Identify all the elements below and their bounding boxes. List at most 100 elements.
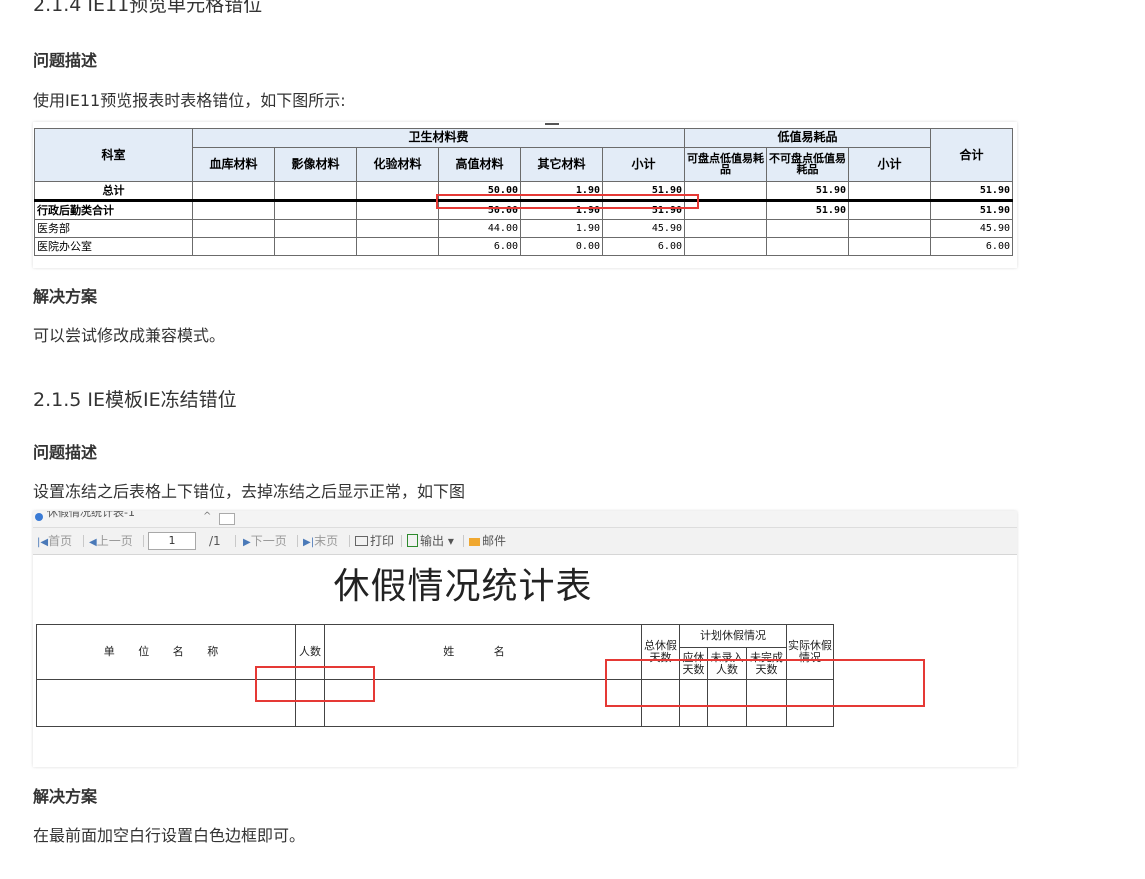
next-page-button[interactable]: ▶下一页 bbox=[243, 533, 287, 551]
report-header-row-1: 科室 卫生材料费 低值易耗品 合计 bbox=[34, 128, 1013, 182]
table-row: 医务部 44.00 1.90 45.90 45.90 bbox=[34, 219, 1013, 238]
header-health: 卫生材料费 bbox=[192, 128, 685, 148]
subheader: 其它材料 bbox=[520, 146, 603, 183]
cell: 51.90 bbox=[766, 199, 849, 220]
row-label: 总计 bbox=[34, 181, 193, 201]
cell: 44.00 bbox=[438, 219, 521, 238]
export-label: 输出 bbox=[420, 534, 445, 548]
cell bbox=[356, 199, 439, 220]
tab-title[interactable]: 休假情况统计表-1 bbox=[47, 511, 135, 519]
cell bbox=[766, 237, 849, 256]
cell: 51.90 bbox=[930, 199, 1013, 220]
first-page-icon: |◀ bbox=[37, 537, 49, 548]
cell bbox=[848, 199, 931, 220]
problem-heading-215: 问题描述 bbox=[33, 443, 98, 462]
row-label: 行政后勤类合计 bbox=[34, 199, 193, 220]
cell bbox=[274, 181, 357, 201]
problem-text-214: 使用IE11预览报表时表格错位，如下图所示: bbox=[33, 91, 346, 110]
subheader: 小计 bbox=[848, 146, 931, 183]
tab-chevron-icon[interactable]: ^ bbox=[203, 511, 211, 523]
export-button[interactable]: 输出 ▾ bbox=[407, 533, 454, 549]
cell: 45.90 bbox=[602, 219, 685, 238]
first-page-button[interactable]: |◀首页 bbox=[37, 533, 72, 551]
subheader: 高值材料 bbox=[438, 146, 521, 183]
cell bbox=[848, 237, 931, 256]
header-planned: 计划休假情况 bbox=[679, 623, 787, 649]
cell bbox=[766, 219, 849, 238]
separator bbox=[235, 535, 236, 547]
cell bbox=[356, 237, 439, 256]
cell bbox=[684, 219, 767, 238]
cell: 0.00 bbox=[520, 237, 603, 256]
problem-text-215: 设置冻结之后表格上下错位，去掉冻结之后显示正常，如下图 bbox=[33, 482, 466, 501]
subheader: 不可盘点低值易耗品 bbox=[766, 146, 849, 183]
cell bbox=[192, 181, 275, 201]
solution-text-214: 可以尝试修改成兼容模式。 bbox=[33, 326, 226, 345]
tab-bar: 休假情况统计表-1 ^ bbox=[33, 511, 1017, 528]
section-heading-214: 2.1.4 IE11预览单元格错位 bbox=[33, 0, 263, 16]
cell: 51.90 bbox=[766, 181, 849, 201]
cell bbox=[274, 199, 357, 220]
subheader: 血库材料 bbox=[192, 146, 275, 183]
section-heading-215: 2.1.5 IE模板IE冻结错位 bbox=[33, 389, 237, 411]
header-total: 合计 bbox=[930, 128, 1013, 182]
report-toolbar: |◀首页 ◀上一页 1 /1 ▶下一页 ▶|末页 打印 输出 ▾ 邮件 bbox=[33, 528, 1017, 555]
cell bbox=[356, 219, 439, 238]
last-page-label: 末页 bbox=[314, 534, 339, 548]
highlight-box-right bbox=[605, 659, 925, 707]
separator bbox=[401, 535, 402, 547]
separator bbox=[143, 535, 144, 547]
last-page-button[interactable]: ▶|末页 bbox=[303, 533, 338, 551]
cell bbox=[274, 219, 357, 238]
leave-report-screenshot: 休假情况统计表-1 ^ |◀首页 ◀上一页 1 /1 ▶下一页 ▶|末页 打印 … bbox=[33, 511, 1017, 767]
highlight-box bbox=[436, 194, 699, 209]
prev-icon: ◀ bbox=[89, 537, 97, 548]
printer-icon bbox=[355, 536, 368, 546]
first-page-label: 首页 bbox=[48, 534, 73, 548]
header-low: 低值易耗品 bbox=[684, 128, 931, 148]
cell bbox=[192, 219, 275, 238]
cell: 1.90 bbox=[520, 219, 603, 238]
prev-page-button[interactable]: ◀上一页 bbox=[89, 533, 133, 551]
new-tab-icon[interactable] bbox=[219, 513, 235, 525]
mail-icon bbox=[469, 538, 480, 546]
subheader: 影像材料 bbox=[274, 146, 357, 183]
next-icon: ▶ bbox=[243, 537, 251, 548]
report-table: 科室 卫生材料费 低值易耗品 合计 血库材料 影像材料 化验材料 高值材料 其它… bbox=[34, 128, 1013, 256]
cell: 51.90 bbox=[930, 181, 1013, 201]
page-total: /1 bbox=[209, 534, 221, 548]
cell bbox=[684, 237, 767, 256]
separator bbox=[463, 535, 464, 547]
cell bbox=[274, 237, 357, 256]
separator bbox=[297, 535, 298, 547]
print-label: 打印 bbox=[370, 534, 395, 548]
subheader: 化验材料 bbox=[356, 146, 439, 183]
cell bbox=[848, 219, 931, 238]
subheader: 小计 bbox=[602, 146, 685, 183]
cell bbox=[192, 199, 275, 220]
separator bbox=[349, 535, 350, 547]
subheader: 可盘点低值易耗品 bbox=[684, 146, 767, 183]
next-page-label: 下一页 bbox=[250, 534, 287, 548]
cell: 6.00 bbox=[930, 237, 1013, 256]
cell: 45.90 bbox=[930, 219, 1013, 238]
cell: 6.00 bbox=[602, 237, 685, 256]
last-page-icon: ▶| bbox=[303, 537, 315, 548]
problem-heading-214: 问题描述 bbox=[33, 51, 98, 70]
cell bbox=[848, 181, 931, 201]
separator bbox=[83, 535, 84, 547]
divider-tick bbox=[545, 123, 559, 125]
mail-button[interactable]: 邮件 bbox=[469, 533, 506, 549]
report-screenshot: 科室 卫生材料费 低值易耗品 合计 血库材料 影像材料 化验材料 高值材料 其它… bbox=[33, 122, 1017, 268]
mail-label: 邮件 bbox=[482, 534, 507, 548]
cell: 6.00 bbox=[438, 237, 521, 256]
page-number-input[interactable]: 1 bbox=[148, 532, 196, 550]
report-title: 休假情况统计表 bbox=[333, 566, 593, 607]
print-button[interactable]: 打印 bbox=[355, 533, 394, 549]
leave-header-row-1: 单 位 名 称 人数 姓 名 总休假天数 计划休假情况 实际休假情况 bbox=[36, 623, 834, 680]
row-label: 医务部 bbox=[34, 219, 193, 238]
export-icon bbox=[407, 534, 418, 547]
prev-page-label: 上一页 bbox=[96, 534, 133, 548]
solution-heading-215: 解决方案 bbox=[33, 787, 98, 806]
cell bbox=[192, 237, 275, 256]
